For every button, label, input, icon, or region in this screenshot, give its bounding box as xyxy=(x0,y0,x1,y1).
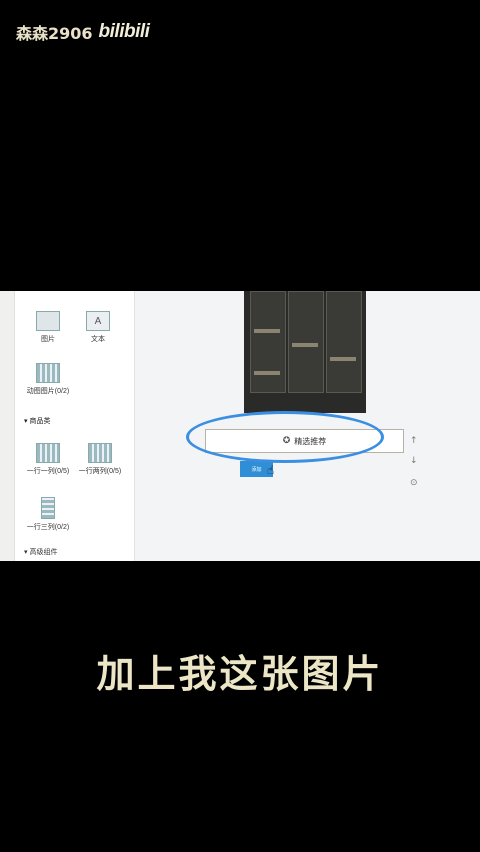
grid-three-icon xyxy=(41,497,55,519)
uploader-name: 森森2906 xyxy=(16,24,93,43)
text-icon: A xyxy=(86,311,110,331)
grid-two-icon xyxy=(88,443,112,463)
tile-grid-two[interactable]: 一行两列(0/5) xyxy=(70,443,130,476)
move-down-icon[interactable]: ↓ xyxy=(410,456,418,466)
hand-cursor-icon: ☝ xyxy=(267,463,275,477)
component-sidebar: 图片 A 文本 动图图片(0/2) ▾ 商品类 一行一列(0/5) 一行两列(0… xyxy=(0,291,135,561)
shelf xyxy=(292,343,318,347)
tile-grid-three[interactable]: 一行三列(0/2) xyxy=(18,497,78,532)
video-caption: 加上我这张图片 xyxy=(96,652,384,696)
tile-text-label: 文本 xyxy=(91,336,105,343)
copy-icon[interactable]: ⊙ xyxy=(410,478,418,488)
tile-grid-one-label: 一行一列(0/5) xyxy=(26,468,70,475)
tile-grid-three-label: 一行三列(0/2) xyxy=(26,524,70,531)
watermark: 森森2906 bilibili xyxy=(16,20,150,44)
tile-text[interactable]: A 文本 xyxy=(68,311,128,344)
tile-grid-one[interactable]: 一行一列(0/5) xyxy=(18,443,78,476)
grid-one-icon xyxy=(36,443,60,463)
editor-screen: 图片 A 文本 动图图片(0/2) ▾ 商品类 一行一列(0/5) 一行两列(0… xyxy=(0,291,480,561)
tile-gif-label: 动图图片(0/2) xyxy=(26,388,70,395)
shelf xyxy=(330,357,356,361)
wardrobe-door-right xyxy=(326,291,362,393)
sidebar-edge xyxy=(0,291,15,561)
section-advanced[interactable]: ▾ 高级组件 xyxy=(24,547,57,557)
shelf xyxy=(254,329,280,333)
tile-gif[interactable]: 动图图片(0/2) xyxy=(18,363,78,396)
tile-image-label: 图片 xyxy=(41,336,55,343)
wardrobe-door-mid xyxy=(288,291,324,393)
product-image-preview xyxy=(244,291,366,413)
gif-icon xyxy=(36,363,60,383)
section-goods[interactable]: ▾ 商品类 xyxy=(24,416,50,426)
image-icon xyxy=(36,311,60,331)
shelf xyxy=(254,371,280,375)
wardrobe-door-left xyxy=(250,291,286,393)
move-up-icon[interactable]: ↑ xyxy=(410,436,418,446)
bilibili-logo: bilibili xyxy=(98,21,150,42)
tile-grid-two-label: 一行两列(0/5) xyxy=(78,468,122,475)
highlight-circle xyxy=(186,411,384,463)
